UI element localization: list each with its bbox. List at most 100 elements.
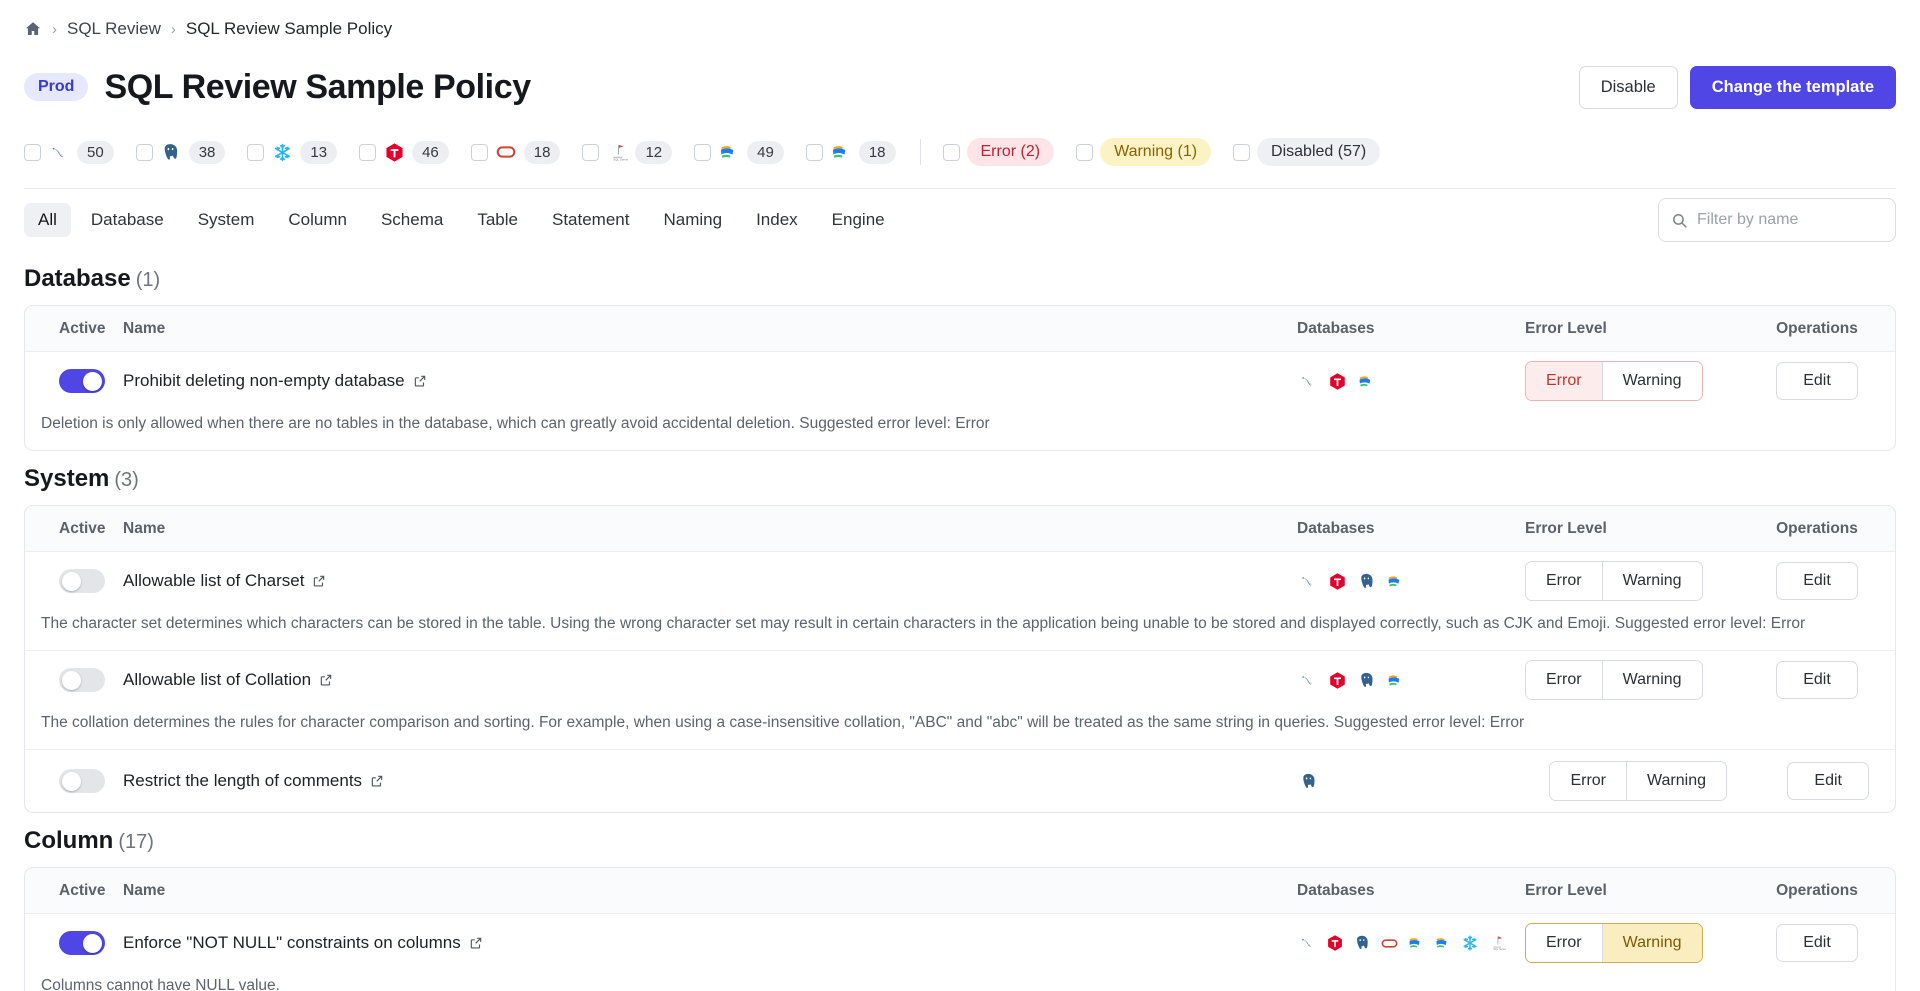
svg-text:SQL Server: SQL Server (613, 157, 628, 161)
rule-description: The collation determines the rules for c… (41, 714, 1525, 732)
oceanbase-oracle-icon (830, 141, 852, 163)
filter-checkbox-oceanbase-oracle[interactable] (805, 143, 823, 161)
rule-name[interactable]: Allowable list of Charset (123, 571, 326, 591)
external-link-icon[interactable] (370, 774, 384, 788)
level-option-error[interactable]: Error (1550, 762, 1627, 801)
rule-name[interactable]: Enforce "NOT NULL" constraints on column… (123, 933, 483, 953)
filter-chip-snowflake[interactable]: 13 (247, 140, 338, 164)
filter-checkbox-postgres[interactable] (135, 143, 153, 161)
external-link-icon[interactable] (469, 936, 483, 950)
rule-active-toggle[interactable] (59, 569, 105, 594)
level-option-error[interactable]: Error (1526, 562, 1602, 601)
sqlserver-icon: SQL Server (606, 141, 628, 163)
tab-engine[interactable]: Engine (818, 203, 899, 237)
filter-chip-disabled[interactable]: Disabled (57) (1233, 138, 1381, 166)
edit-button[interactable]: Edit (1776, 562, 1858, 601)
col-header-operations: Operations (1776, 319, 1858, 337)
tab-database[interactable]: Database (77, 203, 178, 237)
breadcrumb: › SQL Review › SQL Review Sample Policy (24, 0, 1896, 46)
filter-chip-error[interactable]: Error (2) (942, 138, 1055, 166)
col-header-active: Active (59, 319, 106, 337)
level-option-warning[interactable]: Warning (1601, 661, 1702, 700)
level-option-error[interactable]: Error (1526, 362, 1602, 400)
filter-chip-warning[interactable]: Warning (1) (1076, 138, 1212, 166)
filter-chips-row: 50 38 13 46 18 SQL Server 12 49 18 Error… (24, 130, 1896, 174)
tab-column[interactable]: Column (274, 203, 361, 237)
filter-checkbox-oracle[interactable] (470, 143, 488, 161)
status-badge-warning[interactable]: Warning (1) (1100, 138, 1212, 166)
external-link-icon[interactable] (319, 673, 333, 687)
col-header-databases: Databases (1297, 319, 1375, 337)
filter-chip-sqlserver[interactable]: SQL Server 12 (582, 140, 673, 164)
rule-active-toggle[interactable] (59, 668, 105, 693)
filter-chip-oceanbase[interactable]: 49 (694, 140, 784, 164)
edit-button[interactable]: Edit (1776, 661, 1858, 700)
rules-table-system: Active Name Databases Error Level Operat… (24, 505, 1896, 814)
rule-active-toggle[interactable] (59, 769, 105, 794)
rule-name-text: Allowable list of Charset (123, 571, 305, 591)
breadcrumb-item-current[interactable]: SQL Review Sample Policy (186, 19, 392, 39)
level-option-warning[interactable]: Warning (1626, 762, 1726, 801)
tab-table[interactable]: Table (463, 203, 532, 237)
section-count: (3) (114, 469, 139, 492)
external-link-icon[interactable] (312, 574, 326, 588)
tab-naming[interactable]: Naming (649, 203, 736, 237)
filter-checkbox-snowflake[interactable] (247, 143, 265, 161)
tab-statement[interactable]: Statement (538, 203, 644, 237)
level-option-warning[interactable]: Warning (1601, 924, 1702, 963)
status-badge-error[interactable]: Error (2) (966, 138, 1055, 166)
rule-description: The character set determines which chara… (41, 615, 1806, 633)
tab-schema[interactable]: Schema (367, 203, 457, 237)
mysql-icon (1297, 669, 1319, 691)
level-option-warning[interactable]: Warning (1601, 562, 1702, 601)
col-header-name: Name (123, 881, 166, 899)
filter-checkbox-mysql[interactable] (24, 143, 41, 161)
status-badge-disabled[interactable]: Disabled (57) (1257, 138, 1381, 166)
table-row: Restrict the length of comments Error Wa… (25, 750, 1895, 812)
edit-button[interactable]: Edit (1776, 362, 1858, 400)
breadcrumb-separator-1: › (52, 20, 57, 38)
level-option-warning[interactable]: Warning (1601, 362, 1702, 400)
rule-name[interactable]: Restrict the length of comments (123, 771, 384, 791)
tab-index[interactable]: Index (742, 203, 812, 237)
col-header-active: Active (59, 881, 106, 899)
filter-checkbox-disabled[interactable] (1233, 143, 1251, 161)
home-icon[interactable] (24, 20, 42, 38)
change-template-button[interactable]: Change the template (1689, 65, 1896, 109)
filter-chip-oceanbase-oracle[interactable]: 18 (805, 140, 896, 164)
col-header-active: Active (59, 519, 106, 537)
filter-checkbox-sqlserver[interactable] (582, 143, 600, 161)
table-header: Active Name Databases Error Level Operat… (25, 868, 1895, 915)
col-header-name: Name (123, 519, 166, 537)
filter-chip-postgres[interactable]: 38 (135, 140, 226, 164)
search-input[interactable] (1697, 211, 1883, 229)
oceanbase-icon (718, 141, 740, 163)
filter-checkbox-tidb[interactable] (359, 143, 377, 161)
level-option-error[interactable]: Error (1526, 661, 1602, 700)
disable-button[interactable]: Disable (1578, 65, 1678, 109)
filter-checkbox-error[interactable] (942, 143, 960, 161)
tidb-icon (1326, 669, 1348, 691)
rule-name[interactable]: Prohibit deleting non-empty database (123, 371, 427, 391)
rule-active-toggle[interactable] (59, 931, 105, 956)
breadcrumb-item-sql-review[interactable]: SQL Review (67, 19, 161, 39)
postgres-icon (160, 141, 182, 163)
tab-system[interactable]: System (184, 203, 269, 237)
rule-name-text: Restrict the length of comments (123, 771, 363, 791)
tab-all[interactable]: All (24, 203, 71, 237)
tabs-row: All Database System Column Schema Table … (24, 189, 1896, 251)
filter-chip-tidb[interactable]: 46 (359, 140, 449, 164)
filter-checkbox-warning[interactable] (1076, 143, 1094, 161)
search-box[interactable] (1658, 198, 1896, 242)
oceanbase-oracle-icon (1432, 932, 1454, 954)
section-name: Column (24, 827, 114, 855)
edit-button[interactable]: Edit (1787, 762, 1869, 801)
filter-checkbox-oceanbase[interactable] (694, 143, 712, 161)
filter-chip-mysql[interactable]: 50 (24, 140, 114, 164)
external-link-icon[interactable] (413, 374, 427, 388)
rule-active-toggle[interactable] (59, 369, 105, 393)
filter-chip-oracle[interactable]: 18 (470, 140, 561, 164)
edit-button[interactable]: Edit (1776, 924, 1858, 963)
level-option-error[interactable]: Error (1526, 924, 1602, 963)
rule-name[interactable]: Allowable list of Collation (123, 670, 333, 690)
